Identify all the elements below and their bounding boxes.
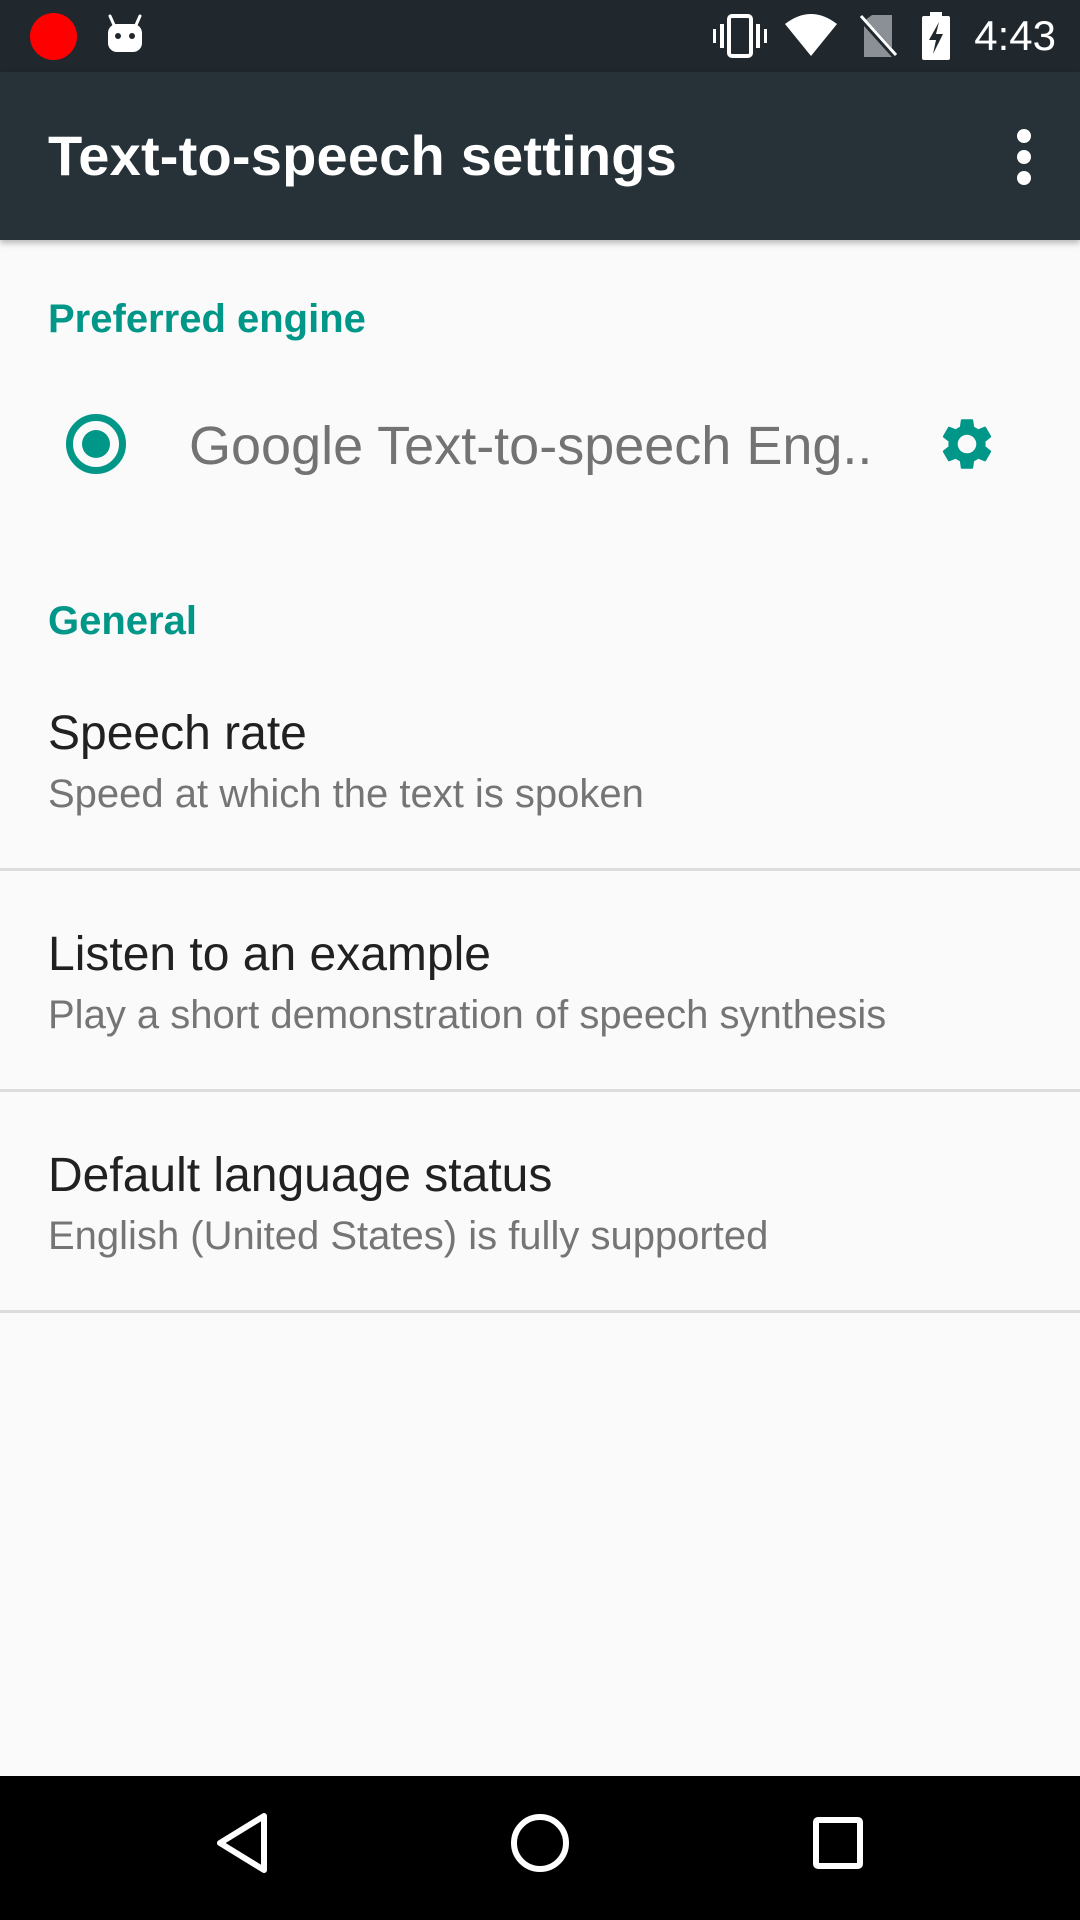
item-title: Speech rate bbox=[48, 707, 307, 760]
navigation-bar bbox=[0, 1776, 1080, 1920]
back-icon[interactable] bbox=[212, 1810, 272, 1876]
page-title: Text-to-speech settings bbox=[48, 124, 677, 187]
engine-option-google-tts[interactable]: Google Text-to-speech Eng.. bbox=[0, 370, 1080, 520]
battery-charging-icon bbox=[922, 12, 950, 60]
item-title: Default language status bbox=[48, 1149, 553, 1202]
divider bbox=[0, 868, 1080, 871]
app-bar: Text-to-speech settings bbox=[0, 72, 1080, 240]
radio-selected-dot bbox=[82, 430, 110, 458]
gear-icon[interactable] bbox=[936, 413, 998, 475]
vibrate-icon bbox=[713, 14, 767, 58]
android-icon bbox=[108, 14, 142, 52]
divider bbox=[0, 1310, 1080, 1313]
more-vert-icon[interactable] bbox=[1006, 127, 1042, 187]
item-summary: English (United States) is fully support… bbox=[48, 1214, 769, 1258]
status-bar: 4:43 bbox=[0, 0, 1080, 72]
item-title: Listen to an example bbox=[48, 928, 491, 981]
record-indicator-icon bbox=[30, 13, 77, 60]
general-header: General bbox=[48, 599, 197, 643]
item-summary: Speed at which the text is spoken bbox=[48, 772, 644, 816]
home-icon[interactable] bbox=[508, 1810, 572, 1876]
tts-settings-screen: 4:43 Text-to-speech settings Preferred e… bbox=[0, 0, 1080, 1920]
no-sim-icon bbox=[858, 14, 898, 59]
speech-rate-item[interactable]: Speech rate Speed at which the text is s… bbox=[0, 705, 1080, 925]
recents-icon[interactable] bbox=[808, 1810, 868, 1876]
item-summary: Play a short demonstration of speech syn… bbox=[48, 993, 887, 1037]
wifi-icon bbox=[785, 14, 837, 56]
listen-example-item[interactable]: Listen to an example Play a short demons… bbox=[0, 926, 1080, 1146]
engine-radio-button[interactable] bbox=[66, 414, 126, 474]
status-clock: 4:43 bbox=[974, 12, 1056, 59]
divider bbox=[0, 1089, 1080, 1092]
default-language-status-item[interactable]: Default language status English (United … bbox=[0, 1147, 1080, 1367]
preferred-engine-header: Preferred engine bbox=[48, 297, 366, 341]
engine-label: Google Text-to-speech Eng.. bbox=[189, 416, 873, 476]
